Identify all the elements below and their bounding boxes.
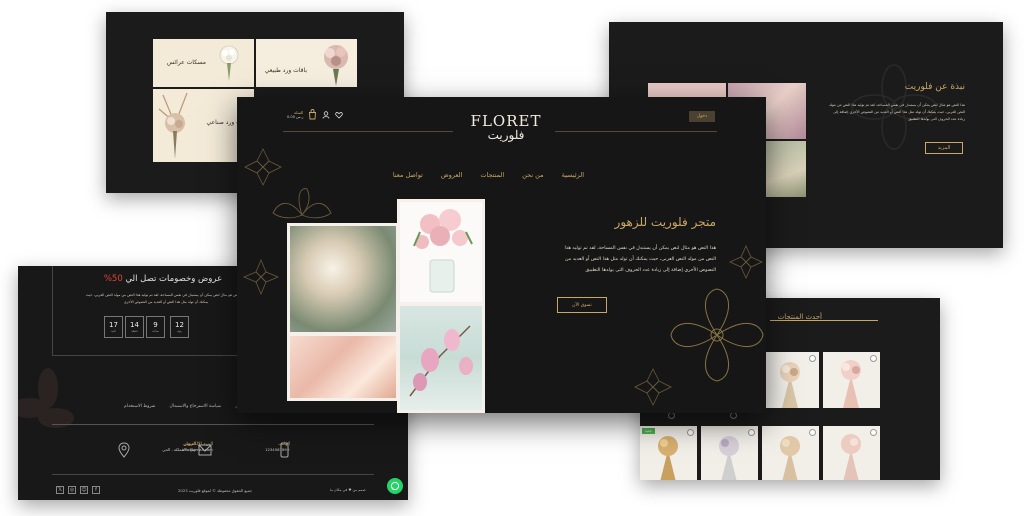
nav-about[interactable]: من نحن — [522, 171, 543, 179]
hero-photo-magnolia — [397, 303, 485, 413]
product-card[interactable] — [762, 426, 819, 480]
user-icon[interactable] — [322, 110, 330, 119]
product-card[interactable] — [823, 352, 880, 408]
main-nav: الرئيسية من نحن المنتجات العروض تواصل مع… — [393, 171, 584, 179]
logo-ar: فلوريت — [487, 128, 525, 142]
nav-offers[interactable]: العروض — [441, 171, 463, 179]
bouquet-image — [219, 45, 239, 81]
footer-divider — [52, 424, 374, 425]
countdown-unit: يوم — [177, 329, 182, 333]
category-tile-bridal[interactable]: مسكات عرائس — [153, 39, 254, 87]
countdown-value: 14 — [130, 321, 139, 329]
offers-title: عروض وخصومات تصل الي 50% — [78, 274, 248, 284]
flower-outline-decoration — [670, 288, 764, 382]
hero-text: هذا النص هو مثال لنص يمكن أن يستبدل في ن… — [564, 246, 717, 273]
heart-icon[interactable] — [809, 355, 816, 362]
nav-products[interactable]: المنتجات — [480, 171, 504, 179]
snapchat-icon[interactable]: ☺ — [80, 486, 88, 494]
product-card[interactable] — [762, 352, 819, 408]
product-card[interactable]: جديد — [640, 426, 697, 480]
whatsapp-glyph — [390, 481, 400, 491]
header-actions: السلة 0.00 ر.س — [287, 109, 344, 120]
footer-link-returns[interactable]: سياسة الاسترجاع والاستبدال — [169, 404, 221, 409]
countdown-unit: ساعة — [152, 329, 159, 333]
countdown-unit: دقيقة — [131, 329, 138, 333]
countdown-hours: 9 ساعة — [146, 316, 165, 338]
phone-icon — [280, 442, 289, 458]
footer-link-terms[interactable]: شروط الاستخدام — [124, 404, 155, 409]
countdown-days: 12 يوم — [170, 316, 189, 338]
countdown-minutes: 14 دقيقة — [125, 316, 144, 338]
vase-flowers-image — [413, 209, 473, 293]
hero-photo-vase — [397, 199, 485, 305]
hero-photo-peony — [287, 333, 399, 401]
twitter-icon[interactable]: 𝕏 — [56, 486, 64, 494]
bouquet-image — [324, 45, 348, 86]
product-card[interactable] — [823, 426, 880, 480]
new-badge: جديد — [642, 428, 655, 434]
facebook-icon[interactable]: f — [92, 486, 100, 494]
carousel-dot[interactable] — [668, 412, 675, 419]
cart-price: 0.00 ر.س — [287, 115, 304, 119]
hero-title: متجر فلوريت للزهور — [614, 215, 716, 229]
about-photo — [764, 141, 806, 197]
hero-photo-blossom — [287, 223, 399, 335]
nav-contact[interactable]: تواصل معنا — [393, 171, 423, 179]
category-label: باقات ورد طبيعي — [264, 67, 307, 74]
countdown-value: 17 — [109, 321, 118, 329]
footer-divider — [52, 474, 374, 475]
offers-title-text: عروض وخصومات تصل الي — [125, 274, 223, 284]
carousel-dot[interactable] — [730, 412, 737, 419]
mail-icon — [198, 444, 212, 456]
countdown-seconds: 17 ثانية — [104, 316, 123, 338]
footer-links: شروط الاستخدام سياسة الاسترجاع والاستبدا… — [124, 404, 250, 409]
bouquet-image — [158, 92, 188, 159]
whatsapp-icon[interactable] — [387, 478, 403, 494]
cart[interactable]: السلة 0.00 ر.س — [287, 110, 303, 119]
about-more-button[interactable]: المزيد — [925, 142, 963, 154]
social-links: 𝕏 ◎ ☺ f — [56, 486, 100, 494]
countdown-unit: ثانية — [110, 329, 117, 333]
credit-text: صمم من ♥ في مكان ما — [330, 488, 366, 492]
magnolia-image — [409, 325, 473, 397]
logo-en: FLORET — [470, 112, 542, 130]
nav-home[interactable]: الرئيسية — [562, 171, 584, 179]
location-icon — [118, 442, 130, 458]
flower-outline-decoration — [244, 148, 282, 186]
heart-icon[interactable] — [687, 429, 694, 436]
offers-percent: 50% — [103, 274, 123, 284]
countdown-value: 9 — [153, 321, 158, 329]
copyright-text: جميع الحقوق محفوظة © لموقع فلوريت 2023 — [178, 488, 253, 493]
heart-icon[interactable] — [335, 111, 344, 119]
logo[interactable]: FLORET فلوريت — [465, 113, 547, 142]
product-card[interactable] — [701, 426, 758, 480]
flower-outline-decoration — [634, 368, 672, 406]
hero-shop-button[interactable]: تسوق الآن — [557, 297, 607, 313]
flower-shadow-decoration — [18, 368, 74, 428]
about-text: هذا النص هو مثال لنص يمكن أن يستبدل في ن… — [829, 103, 965, 121]
about-title: نبذة عن فلوريت — [904, 82, 965, 92]
heart-icon[interactable] — [870, 355, 877, 362]
countdown-value: 12 — [175, 321, 184, 329]
bag-icon[interactable] — [308, 109, 317, 120]
instagram-icon[interactable]: ◎ — [68, 486, 76, 494]
header-rule-left — [283, 131, 453, 132]
offers-text: هذا النص هو مثال لنص يمكن أن يستبدل في ن… — [85, 293, 247, 304]
heart-icon[interactable] — [809, 429, 816, 436]
flower-outline-decoration — [729, 245, 763, 279]
category-label: مسكات عرائس — [166, 59, 206, 66]
header-login-button[interactable]: دخول — [689, 111, 715, 122]
flower-outline-decoration — [242, 258, 280, 296]
heart-icon[interactable] — [870, 429, 877, 436]
heart-icon[interactable] — [748, 429, 755, 436]
category-tile-natural[interactable]: باقات ورد طبيعي — [256, 39, 357, 87]
header-rule-right — [555, 131, 717, 132]
homepage-screenshot: السلة 0.00 ر.س FLORET فلوريت دخول الرئيس… — [237, 97, 766, 413]
products-title: أحدث المنتجات — [777, 313, 822, 321]
